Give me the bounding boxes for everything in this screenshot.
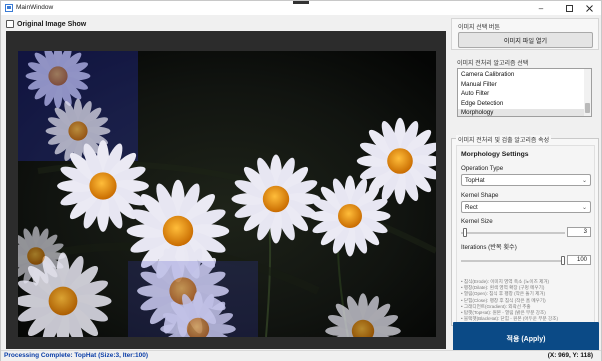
- operation-type-select[interactable]: TopHat ⌄: [461, 174, 591, 186]
- control-pane: 이미지 선택 버튼 이미지 파일 열기 이미지 전처리 알고리즘 선택 Came…: [451, 18, 599, 358]
- algorithm-list[interactable]: Camera Calibration Manual Filter Auto Fi…: [457, 68, 592, 117]
- status-message: Processing Complete: TopHat (Size:3, Ite…: [4, 352, 148, 359]
- list-item-morphology[interactable]: Morphology: [458, 108, 586, 116]
- properties-group: 이미지 전처리 및 검출 알고리즘 속성 Morphology Settings…: [451, 135, 599, 326]
- show-original-label: Original Image Show: [17, 20, 87, 28]
- title-bar[interactable]: MainWindow –: [1, 1, 601, 15]
- iterations-slider-thumb[interactable]: [561, 256, 565, 265]
- properties-legend: 이미지 전처리 및 검출 알고리즘 속성: [456, 135, 552, 144]
- algorithm-group-title: 이미지 전처리 알고리즘 선택: [457, 61, 529, 67]
- chevron-down-icon: ⌄: [581, 205, 587, 211]
- status-bar: Processing Complete: TopHat (Size:3, Ite…: [1, 350, 601, 361]
- app-icon: [5, 4, 13, 12]
- kernel-shape-value: Rect: [465, 204, 478, 211]
- kernel-size-spinbox[interactable]: 3: [567, 227, 591, 237]
- operation-type-label: Operation Type: [461, 165, 504, 172]
- operation-help-list: • 침식(Erode): 이미지 영역 축소 (노이즈 제거) • 팽창(Dil…: [461, 279, 595, 322]
- list-item-auto-filter[interactable]: Auto Filter: [461, 90, 489, 97]
- kernel-size-slider[interactable]: [461, 232, 565, 234]
- operation-type-value: TopHat: [465, 177, 485, 184]
- file-group: 이미지 선택 버튼 이미지 파일 열기: [451, 18, 599, 50]
- image-viewer-pane: Original Image Show: [6, 18, 446, 349]
- list-item-camera-calibration[interactable]: Camera Calibration: [461, 71, 514, 78]
- show-original-checkbox[interactable]: [6, 20, 14, 28]
- cursor-coordinates: (X: 969, Y: 118): [547, 352, 593, 359]
- list-item-manual-filter[interactable]: Manual Filter: [461, 81, 497, 88]
- main-window: MainWindow – Original Image Show 이미지 선택 …: [0, 0, 602, 361]
- settings-heading: Morphology Settings: [461, 151, 529, 158]
- kernel-shape-select[interactable]: Rect ⌄: [461, 201, 591, 213]
- kernel-size-slider-thumb[interactable]: [463, 228, 467, 237]
- iterations-spinbox[interactable]: 100: [567, 255, 591, 265]
- iterations-value: 100: [576, 257, 587, 263]
- kernel-size-value: 3: [583, 229, 587, 235]
- window-title: MainWindow: [16, 4, 54, 11]
- show-original-toggle[interactable]: Original Image Show: [6, 19, 86, 29]
- file-group-title: 이미지 선택 버튼: [458, 25, 500, 31]
- kernel-shape-label: Kernel Shape: [461, 192, 499, 199]
- maximize-icon: [565, 4, 573, 12]
- list-scrollbar-thumb[interactable]: [585, 103, 590, 113]
- close-icon: [585, 4, 593, 12]
- daisy-photo: [18, 51, 436, 337]
- drag-handle[interactable]: [293, 1, 309, 4]
- image-frame: [6, 31, 446, 349]
- chevron-down-icon: ⌄: [581, 178, 587, 184]
- minimize-icon: –: [538, 3, 544, 13]
- iterations-label: Iterations (반복 횟수): [461, 244, 517, 251]
- open-image-button[interactable]: 이미지 파일 열기: [458, 32, 593, 48]
- iterations-slider[interactable]: [461, 260, 565, 262]
- morphology-settings-panel: Morphology Settings Operation Type TopHa…: [456, 145, 595, 323]
- list-item-edge-detection[interactable]: Edge Detection: [461, 100, 503, 107]
- list-scrollbar[interactable]: [584, 69, 591, 116]
- processed-image[interactable]: [18, 51, 436, 337]
- minimize-button[interactable]: –: [529, 1, 553, 15]
- kernel-size-label: Kernel Size: [461, 218, 493, 225]
- close-button[interactable]: [577, 1, 601, 15]
